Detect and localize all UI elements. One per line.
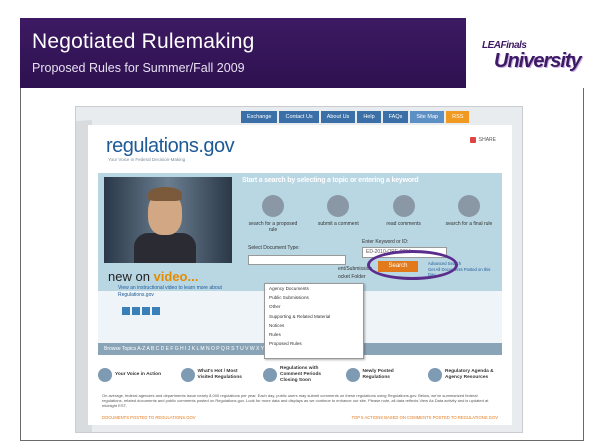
pen-icon: [327, 195, 350, 217]
footer-links: DOCUMENTS POSTED TO REGULATIONS.GOV TOP …: [102, 415, 498, 420]
video-person-hair: [148, 187, 182, 201]
video-caption-link[interactable]: View an instructional video to learn mor…: [118, 285, 228, 299]
feature-newly-posted[interactable]: Newly Posted Regulations: [345, 368, 420, 382]
nav-about[interactable]: About Us: [320, 111, 356, 123]
nav-faqs[interactable]: FAQs: [382, 111, 409, 123]
feature-label: Your Voice in Action: [115, 372, 162, 378]
video-player[interactable]: [104, 177, 232, 263]
dropdown-item[interactable]: Rules: [265, 330, 363, 339]
nav-sitemap[interactable]: Site Map: [410, 111, 445, 123]
footer-right-link[interactable]: TOP 5 ACTIONS BASED ON COMMENTS POSTED T…: [352, 415, 498, 420]
flame-icon: [180, 368, 195, 382]
doc-type-label: Select Document Type:: [248, 245, 300, 251]
feature-voice[interactable]: Your Voice in Action: [98, 368, 172, 382]
feature-label: Regulatory Agenda & Agency Resources: [445, 369, 494, 380]
speech-bubble-icon: [392, 195, 415, 217]
footer-left-link[interactable]: DOCUMENTS POSTED TO REGULATIONS.GOV: [102, 415, 196, 420]
video-heading-accent: video...: [153, 269, 199, 284]
nav-help[interactable]: Help: [357, 111, 381, 123]
feature-label: Regulations with Comment Periods Closing…: [280, 366, 322, 383]
dropdown-item-proposed-rules[interactable]: Proposed Rules: [265, 339, 363, 348]
feature-row: Your Voice in Action What's Hot / Most V…: [98, 359, 502, 391]
share-label: SHARE: [478, 137, 496, 143]
dropdown-item[interactable]: Notices: [265, 321, 363, 330]
action-label: read comments: [386, 221, 421, 227]
slide-subtitle: Proposed Rules for Summer/Fall 2009: [32, 61, 245, 75]
top-nav: Exchange Contact Us About Us Help FAQs S…: [241, 111, 470, 123]
feature-whats-hot[interactable]: What's Hot / Most Visited Regulations: [180, 368, 255, 382]
language-buttons: [122, 307, 160, 315]
video-heading-plain: new on: [108, 269, 154, 284]
dropdown-item[interactable]: Supporting & Related Material: [265, 312, 363, 321]
action-label: search for a proposed rule: [248, 221, 298, 233]
building-icon: [428, 368, 442, 382]
video-person-body: [134, 233, 196, 263]
slide-header: Negotiated Rulemaking Proposed Rules for…: [20, 18, 466, 88]
dropdown-item[interactable]: Public Submissions: [265, 293, 363, 302]
action-row: search for a proposed rule submit a comm…: [246, 195, 496, 243]
action-submit-comment[interactable]: submit a comment: [311, 195, 365, 243]
magnifier-icon: [262, 195, 284, 217]
action-label: search for a final rule: [445, 221, 493, 227]
university-logo: LEAFinals University: [478, 40, 586, 88]
keyword-label: Enter Keyword or ID:: [362, 239, 409, 245]
nav-rss[interactable]: RSS: [446, 111, 470, 123]
action-search-final[interactable]: search for a final rule: [442, 195, 496, 243]
share-control[interactable]: SHARE: [469, 137, 496, 143]
keyword-highlight-ellipse: [367, 250, 458, 280]
site-body: regulations.gov Your Voice in Federal De…: [88, 125, 512, 425]
calendar-icon: [263, 367, 277, 382]
gavel-icon: [457, 195, 480, 217]
feature-agenda[interactable]: Regulatory Agenda & Agency Resources: [428, 368, 502, 382]
action-label: submit a comment: [317, 221, 359, 227]
language-button[interactable]: [152, 307, 160, 315]
site-tagline: Your Voice in Federal Decision-Making: [108, 157, 186, 162]
video-heading: new on video...: [108, 269, 198, 284]
action-search-proposed[interactable]: search for a proposed rule: [246, 195, 300, 243]
doc-type-select[interactable]: [248, 255, 346, 265]
topics-letters[interactable]: A B C D E F G H I J K L M N O P Q R S T …: [146, 346, 268, 352]
dropdown-item[interactable]: Agency Documents: [265, 284, 363, 293]
dropdown-item[interactable]: Other: [265, 302, 363, 311]
voice-icon: [98, 368, 112, 382]
nav-exchange[interactable]: Exchange: [241, 111, 278, 123]
topics-label[interactable]: Browse Topics A-Z: [104, 346, 145, 352]
document-icon: [345, 368, 360, 382]
slide-title: Negotiated Rulemaking: [32, 30, 255, 53]
nav-contact[interactable]: Contact Us: [279, 111, 319, 123]
feature-label: Newly Posted Regulations: [362, 369, 394, 380]
partial-label-two: ocket Folder: [338, 274, 366, 280]
feature-label: What's Hot / Most Visited Regulations: [197, 369, 242, 380]
language-button[interactable]: [142, 307, 150, 315]
language-button[interactable]: [122, 307, 130, 315]
share-icon: [469, 137, 476, 143]
site-brand[interactable]: regulations.gov: [106, 135, 235, 158]
logo-big-text: University: [494, 50, 582, 72]
feature-closing-soon[interactable]: Regulations with Comment Periods Closing…: [263, 366, 337, 383]
site-description: On average, federal agencies and departm…: [102, 393, 489, 408]
action-read-comments[interactable]: read comments: [377, 195, 431, 243]
search-band: Start a search by selecting a topic or e…: [242, 177, 419, 184]
language-button[interactable]: [132, 307, 140, 315]
doc-type-dropdown: Agency Documents Public Submissions Othe…: [264, 283, 364, 359]
